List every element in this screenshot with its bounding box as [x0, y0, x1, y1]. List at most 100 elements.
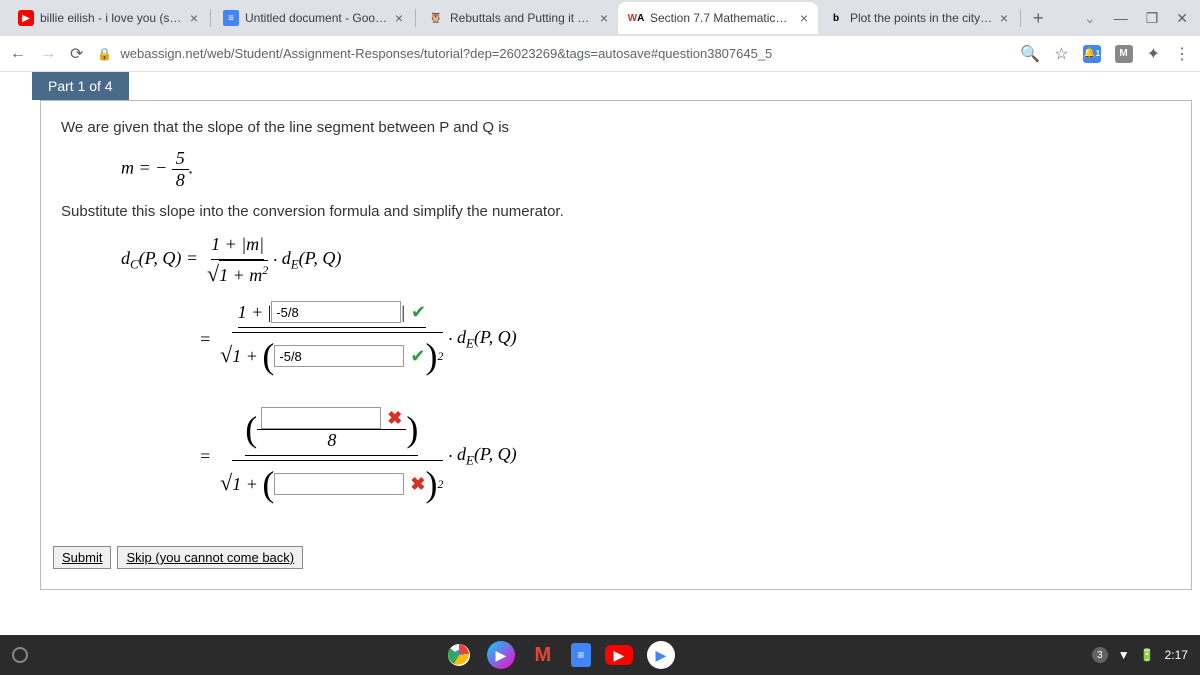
equals-sign: = [199, 446, 211, 467]
taskbar-apps: ▶ M ≡ ▶ ▶ [445, 641, 675, 669]
submit-button[interactable]: Submit [53, 546, 111, 569]
play-store-icon[interactable]: ▶ [487, 641, 515, 669]
browser-tab-active[interactable]: WA Section 7.7 Mathematical Exc × [618, 2, 818, 34]
window-controls: ⌄ — ❐ ✕ [1084, 10, 1192, 27]
numerator-input-2[interactable] [261, 407, 381, 429]
fraction-denominator: 8 [172, 170, 189, 191]
fraction-numerator: 5 [172, 148, 189, 170]
intro-text: We are given that the slope of the line … [61, 119, 1171, 136]
page-content: Part 1 of 4 We are given that the slope … [0, 72, 1200, 590]
denominator-input-1[interactable] [274, 345, 404, 367]
check-icon: ✔ [411, 302, 426, 323]
close-icon[interactable]: × [190, 10, 198, 26]
browser-tab[interactable]: b Plot the points in the city circl × [818, 2, 1018, 34]
close-icon[interactable]: × [395, 10, 403, 26]
browser-tab[interactable]: ▶ billie eilish - i love you (slowed × [8, 2, 208, 34]
formula-fraction: 1 + |m| √1 + m2 [207, 234, 268, 287]
maximize-icon[interactable]: ❐ [1146, 10, 1159, 27]
inner-fraction: ✖ 8 [257, 407, 406, 451]
close-window-icon[interactable]: ✕ [1176, 10, 1188, 27]
action-row: Submit Skip (you cannot come back) [53, 546, 303, 569]
instruction-text: Substitute this slope into the conversio… [61, 203, 1171, 220]
one-plus: 1 + [232, 474, 258, 495]
denominator-8: 8 [257, 430, 406, 451]
menu-icon[interactable]: ⋮ [1174, 44, 1190, 64]
dot: · [448, 446, 453, 467]
forward-button[interactable]: → [40, 45, 56, 63]
slope-fraction: 5 8 [172, 148, 189, 191]
cross-icon: ✖ [387, 408, 402, 429]
webassign-icon: WA [628, 10, 644, 26]
media-player-icon[interactable]: ▶ [647, 641, 675, 669]
one-plus: 1 + [232, 346, 258, 367]
de-label: dE(P, Q) [457, 327, 517, 352]
answer-numerator-2: ( ✖ 8 ) [245, 407, 418, 456]
skip-button[interactable]: Skip (you cannot come back) [117, 546, 303, 569]
clock: 2:17 [1165, 648, 1188, 662]
one-plus: 1 + [238, 302, 264, 323]
squared: 2 [437, 477, 443, 492]
dot: · [273, 250, 278, 271]
lock-icon: 🔒 [97, 47, 112, 61]
url-field[interactable]: 🔒 webassign.net/web/Student/Assignment-R… [97, 46, 1006, 61]
tab-title: billie eilish - i love you (slowed [40, 11, 184, 25]
tab-title: Plot the points in the city circl [850, 11, 994, 25]
tab-separator [1020, 9, 1021, 27]
slope-lhs: m = − [121, 158, 167, 178]
browser-tab[interactable]: 🦉 Rebuttals and Putting it Togeth × [418, 2, 618, 34]
formula-denominator: √1 + m2 [207, 260, 268, 287]
formula-row: dC(P, Q) = 1 + |m| √1 + m2 · dE(P, Q) [121, 234, 1171, 287]
docs-icon[interactable]: ≡ [571, 643, 591, 667]
youtube-icon[interactable]: ▶ [605, 645, 633, 665]
extension-icon[interactable]: M [1115, 45, 1133, 63]
tab-title: Untitled document - Google Do [245, 11, 389, 25]
launcher-icon[interactable] [12, 647, 28, 663]
chevron-down-icon[interactable]: ⌄ [1084, 10, 1096, 27]
chrome-icon[interactable] [445, 641, 473, 669]
extensions-icon[interactable]: ✦ [1147, 44, 1160, 64]
new-tab-button[interactable]: + [1023, 8, 1054, 29]
close-icon[interactable]: × [600, 10, 608, 26]
address-bar: ← → ⟳ 🔒 webassign.net/web/Student/Assign… [0, 36, 1200, 72]
url-text: webassign.net/web/Student/Assignment-Res… [120, 46, 772, 61]
browser-tab[interactable]: ≡ Untitled document - Google Do × [213, 2, 413, 34]
squared: 2 [437, 349, 443, 364]
cross-icon: ✖ [410, 474, 425, 495]
battery-icon: 🔋 [1140, 648, 1155, 662]
docs-icon: ≡ [223, 10, 239, 26]
brainly-icon: b [828, 10, 844, 26]
taskbar: ▶ M ≡ ▶ ▶ 3 ▼ 🔋 2:17 [0, 635, 1200, 675]
de-label: dE(P, Q) [457, 444, 517, 469]
zoom-icon[interactable]: 🔍 [1020, 44, 1040, 64]
wifi-icon: ▼ [1118, 648, 1130, 662]
answer-row-2: = ( ✖ 8 ) √ 1 + ( [199, 407, 1171, 505]
answer-fraction-1: 1 + || ✔ √ 1 + ( ✔ )2 [220, 301, 443, 377]
denominator-input-2[interactable] [274, 473, 404, 495]
equals-sign: = [199, 329, 211, 350]
answer-denominator-2: √ 1 + ( ✖ )2 [220, 456, 443, 505]
close-icon[interactable]: × [800, 10, 808, 26]
extension-notification-icon[interactable]: 🔔1 [1083, 45, 1101, 63]
notification-count: 3 [1092, 647, 1108, 663]
slope-equation: m = − 5 8 . [121, 148, 1171, 191]
gmail-icon[interactable]: M [529, 641, 557, 669]
numerator-input-1[interactable] [271, 301, 401, 323]
dot: · [448, 329, 453, 350]
answer-fraction-2: ( ✖ 8 ) √ 1 + ( ✖ )2 [220, 407, 443, 505]
bookmark-icon[interactable]: ☆ [1054, 44, 1068, 64]
answer-denominator-1: √ 1 + ( ✔ )2 [220, 328, 443, 377]
close-icon[interactable]: × [1000, 10, 1008, 26]
check-icon: ✔ [410, 346, 425, 367]
tab-title: Rebuttals and Putting it Togeth [450, 11, 594, 25]
period: . [189, 158, 194, 178]
part-header: Part 1 of 4 [32, 72, 129, 100]
formula-numerator: 1 + |m| [211, 234, 264, 260]
answer-numerator-1: 1 + || ✔ [238, 301, 426, 328]
minimize-icon[interactable]: — [1114, 10, 1128, 26]
browser-tab-strip: ▶ billie eilish - i love you (slowed × ≡… [0, 0, 1200, 36]
problem-container: We are given that the slope of the line … [40, 100, 1192, 590]
dc-label: dC(P, Q) = [121, 248, 198, 273]
reload-button[interactable]: ⟳ [70, 44, 83, 64]
system-tray[interactable]: 3 ▼ 🔋 2:17 [1092, 647, 1188, 663]
back-button[interactable]: ← [10, 45, 26, 63]
